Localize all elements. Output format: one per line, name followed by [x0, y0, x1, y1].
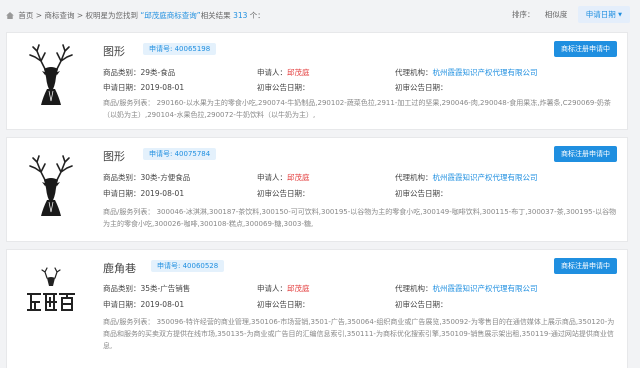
applicant-link[interactable]: 邱茂庭	[287, 284, 310, 293]
applicant-label: 申请人：	[257, 68, 287, 77]
deer-logo-icon	[29, 44, 73, 105]
applicant-link[interactable]: 邱茂庭	[287, 68, 310, 77]
reg-pub-label: 初审公告日期：	[395, 189, 448, 198]
sort-date-label: 申请日期	[585, 10, 616, 19]
service-list: 商品/服务列表： 350096-特许经营的商业管理,350106-市场营销,35…	[103, 318, 615, 350]
status-button[interactable]: 商标注册申请中	[554, 258, 617, 274]
trademark-name[interactable]: 鹿角巷	[103, 260, 136, 276]
result-prefix: 权明星为您找到	[85, 11, 141, 20]
apply-date-value: 2019-08-01	[140, 300, 185, 309]
breadcrumb: 首页 > 商标查询 > 权明星为您找到 “邱茂庭商标查询”相关结果 313 个：	[6, 10, 265, 21]
breadcrumb-separator: >	[74, 11, 86, 20]
result-card[interactable]: 图形 申请号: 40075784 商标注册申请中 商品类别：30类-方便食品 申…	[6, 137, 628, 242]
trademark-name[interactable]: 图形	[103, 148, 125, 164]
sort-label: 排序：	[511, 10, 535, 19]
application-number-badge: 申请号: 40060528	[151, 260, 225, 272]
search-keyword: “邱茂庭商标查询”	[140, 11, 201, 20]
agency-label: 代理机构：	[395, 173, 433, 182]
result-mid: 相关结果	[200, 11, 234, 20]
apply-date-label: 申请日期：	[103, 300, 141, 309]
first-pub-label: 初审公告日期：	[257, 83, 310, 92]
agency-label: 代理机构：	[395, 68, 433, 77]
first-pub-label: 初审公告日期：	[257, 189, 310, 198]
result-card[interactable]: 图形 申请号: 40065198 商标注册申请中 商品类别：29类-食品 申请人…	[6, 32, 628, 130]
luxiang-brand-logo-icon	[27, 267, 75, 311]
home-icon	[6, 12, 14, 19]
apply-date-label: 申请日期：	[103, 83, 141, 92]
agency-label: 代理机构：	[395, 284, 433, 293]
reg-pub-label: 初审公告日期：	[395, 83, 448, 92]
category-value: 30类-方便食品	[140, 173, 191, 182]
category-value: 35类-广告销售	[140, 284, 191, 293]
application-number-badge: 申请号: 40065198	[143, 43, 217, 55]
sort-controls: 排序： 相似度 申请日期 ▼	[504, 6, 630, 23]
result-card[interactable]: 鹿角巷 申请号: 40060528 商标注册申请中 商品类别：35类-广告销售 …	[6, 249, 628, 368]
trademark-name[interactable]: 图形	[103, 43, 125, 59]
category-value: 29类-食品	[140, 68, 176, 77]
agency-link[interactable]: 杭州霞霞知识产权代理有限公司	[433, 68, 538, 77]
top-bar: 首页 > 商标查询 > 权明星为您找到 “邱茂庭商标查询”相关结果 313 个：…	[0, 0, 640, 28]
first-pub-label: 初审公告日期：	[257, 300, 310, 309]
application-number-badge: 申请号: 40075784	[143, 148, 217, 160]
breadcrumb-separator: >	[33, 11, 45, 20]
reg-pub-label: 初审公告日期：	[395, 300, 448, 309]
status-button[interactable]: 商标注册申请中	[554, 146, 617, 162]
breadcrumb-home[interactable]: 首页	[18, 11, 33, 20]
status-button[interactable]: 商标注册申请中	[554, 41, 617, 57]
applicant-link[interactable]: 邱茂庭	[287, 173, 310, 182]
result-suffix: 个：	[247, 11, 265, 20]
apply-date-label: 申请日期：	[103, 189, 141, 198]
apply-date-value: 2019-08-01	[140, 83, 185, 92]
applicant-label: 申请人：	[257, 173, 287, 182]
sort-date-button[interactable]: 申请日期 ▼	[577, 6, 630, 23]
applicant-label: 申请人：	[257, 284, 287, 293]
sort-relevance-button[interactable]: 相似度	[545, 9, 568, 20]
deer-logo-icon	[29, 155, 73, 216]
service-list: 商品/服务列表： 300046-冰淇淋,300187-茶饮料,300150-可可…	[103, 208, 617, 228]
category-label: 商品类别：	[103, 284, 141, 293]
result-count: 313	[233, 11, 248, 20]
agency-link[interactable]: 杭州霞霞知识产权代理有限公司	[433, 173, 538, 182]
category-label: 商品类别：	[103, 173, 141, 182]
breadcrumb-search[interactable]: 商标查询	[44, 11, 74, 20]
service-list: 商品/服务列表： 290160-以水果为主的零食小吃,290074-牛奶制品,2…	[103, 99, 611, 119]
category-label: 商品类别：	[103, 68, 141, 77]
apply-date-value: 2019-08-01	[140, 189, 185, 198]
sort-arrow-icon: ▼	[618, 11, 622, 18]
agency-link[interactable]: 杭州霞霞知识产权代理有限公司	[433, 284, 538, 293]
